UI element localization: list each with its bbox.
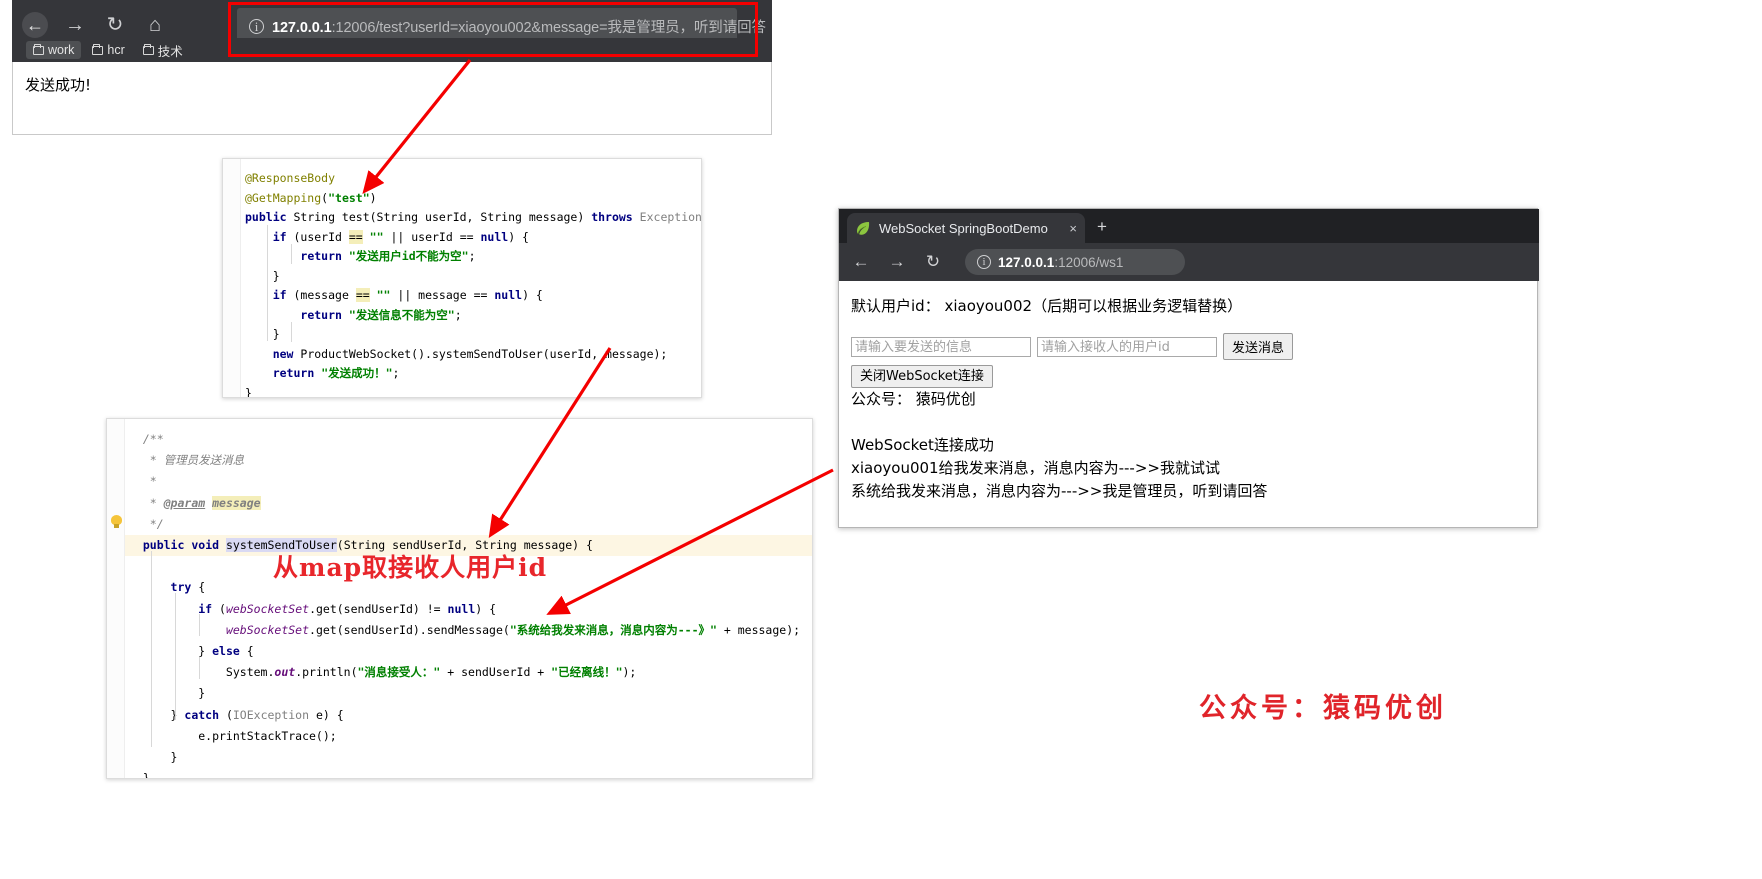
leaf-icon [855, 220, 871, 236]
right-browser-viewport: 默认用户id： xiaoyou002（后期可以根据业务逻辑替换） 请输入要发送的… [839, 281, 1537, 527]
code-gutter [107, 419, 125, 778]
close-connection-row: 关闭WebSocket连接 [851, 365, 1525, 388]
code-line: webSocketSet.get(sendUserId).sendMessage… [225, 622, 801, 637]
folder-icon [33, 43, 44, 55]
code-line: @ResponseBody [245, 171, 336, 185]
code-snippet-websocket: /** * 管理员发送消息 * * @param message */ publ… [106, 418, 813, 779]
code-line: return "发送成功！"; [272, 366, 400, 380]
code-lines: /** * 管理员发送消息 * * @param message */ publ… [125, 429, 812, 779]
log-line: xiaoyou001给我发来消息，消息内容为--->>我就试试 [851, 459, 1220, 477]
lightbulb-icon[interactable] [110, 515, 123, 530]
bookmark-label: work [48, 43, 75, 57]
close-websocket-button[interactable]: 关闭WebSocket连接 [851, 365, 993, 388]
code-line: return "发送信息不能为空"; [300, 307, 462, 322]
indent-guide [151, 551, 152, 747]
code-line: } [129, 750, 178, 765]
receiver-id-input[interactable]: 请输入接收人的用户id [1037, 336, 1217, 357]
code-line: } [245, 385, 252, 398]
indent-guide [175, 593, 176, 720]
code-line: @GetMapping("test") [245, 190, 377, 205]
code-line: } [245, 327, 280, 341]
code-line: * [129, 474, 157, 489]
indent-guide [199, 657, 200, 679]
forward-arrow-icon[interactable]: → [887, 252, 907, 272]
reload-icon[interactable]: ↻ [102, 12, 128, 38]
official-account-text: 公众号： 猿码优创 [851, 390, 976, 408]
message-form-row: 请输入要发送的信息 请输入接收人的用户id 发送消息 [851, 333, 1525, 360]
code-line: * @param message [129, 495, 261, 510]
right-url-host: 127.0.0.1 [998, 254, 1055, 270]
code-line: public String test(String userId, String… [245, 210, 702, 224]
code-line: } [245, 268, 280, 283]
right-browser-toolbar: ← → ↻ i 127.0.0.1:12006/ws1 [839, 243, 1539, 281]
indent-guide [199, 614, 200, 636]
code-line: if (userId == "" || userId == null) { [272, 229, 529, 244]
code-line: */ [129, 516, 164, 531]
folder-icon [92, 43, 104, 55]
url-highlight-box [228, 2, 758, 57]
left-browser-viewport: 发送成功! [12, 62, 772, 135]
indent-guide [291, 244, 292, 264]
handwritten-note: 从map取接收人用户id [273, 553, 548, 582]
right-browser-tabstrip: WebSocket SpringBootDemo × + [839, 209, 1539, 243]
code-line: } [129, 686, 206, 701]
message-input[interactable]: 请输入要发送的信息 [851, 336, 1031, 357]
code-line: new ProductWebSocket().systemSendToUser(… [272, 346, 668, 361]
code-line: } else { [129, 644, 254, 659]
indent-guide [267, 225, 268, 341]
code-line: /** [129, 432, 164, 446]
new-tab-button[interactable]: + [1097, 217, 1107, 237]
back-arrow-icon[interactable]: ← [851, 252, 871, 272]
bookmark-label: 技术 [157, 44, 183, 59]
log-line: 系统给我发来消息，消息内容为--->>我是管理员，听到请回答 [851, 482, 1268, 500]
code-line: System.out.println("消息接受人：" + sendUserId… [129, 665, 637, 680]
response-body-text: 发送成功! [25, 76, 92, 94]
bookmark-jishu[interactable]: 技术 [136, 39, 190, 62]
indent-guide [291, 322, 292, 342]
code-line: return "发送用户id不能为空"; [300, 249, 476, 263]
code-gutter [223, 159, 241, 397]
code-line: if (message == "" || message == null) { [272, 288, 543, 302]
forward-arrow-icon[interactable]: → [62, 12, 88, 38]
code-line: } [129, 771, 150, 779]
reload-icon[interactable]: ↻ [923, 252, 943, 272]
right-address-bar-text: 127.0.0.1:12006/ws1 [998, 255, 1123, 270]
code-line: if (webSocketSet.get(sendUserId) != null… [198, 601, 497, 616]
log-line: WebSocket连接成功 [851, 436, 994, 454]
websocket-log: WebSocket连接成功 xiaoyou001给我发来消息，消息内容为--->… [851, 434, 1525, 503]
bookmark-hcr[interactable]: hcr [85, 41, 131, 59]
code-snippet-controller: @ResponseBody @GetMapping("test") public… [222, 158, 702, 398]
right-browser-window: WebSocket SpringBootDemo × + ← → ↻ i 127… [838, 208, 1539, 528]
back-arrow-icon[interactable]: ← [22, 12, 48, 38]
default-user-heading: 默认用户id： xiaoyou002（后期可以根据业务逻辑替换） [851, 297, 1243, 315]
right-address-bar[interactable]: i 127.0.0.1:12006/ws1 [965, 249, 1185, 275]
code-line: } catch (IOException e) { [129, 707, 344, 722]
bookmark-work[interactable]: work [26, 41, 82, 59]
watermark-text: 公众号：猿码优创 [1199, 693, 1447, 724]
code-line: * 管理员发送消息 [129, 453, 245, 468]
browser-tab[interactable]: WebSocket SpringBootDemo × [847, 213, 1085, 243]
code-lines: @ResponseBody @GetMapping("test") public… [241, 169, 702, 398]
code-line: e.printStackTrace(); [129, 728, 337, 743]
close-icon[interactable]: × [1069, 221, 1077, 236]
home-icon[interactable]: ⌂ [142, 12, 168, 38]
send-message-button[interactable]: 发送消息 [1223, 333, 1294, 360]
screenshot-root: ← → ↻ ⌂ i 127.0.0.1:12006/test?userId=xi… [0, 0, 1762, 879]
browser-tab-title: WebSocket SpringBootDemo [879, 220, 1048, 236]
bookmark-label: hcr [107, 43, 125, 57]
site-info-icon[interactable]: i [977, 255, 991, 269]
folder-icon [142, 43, 154, 55]
right-url-path: :12006/ws1 [1054, 254, 1124, 270]
